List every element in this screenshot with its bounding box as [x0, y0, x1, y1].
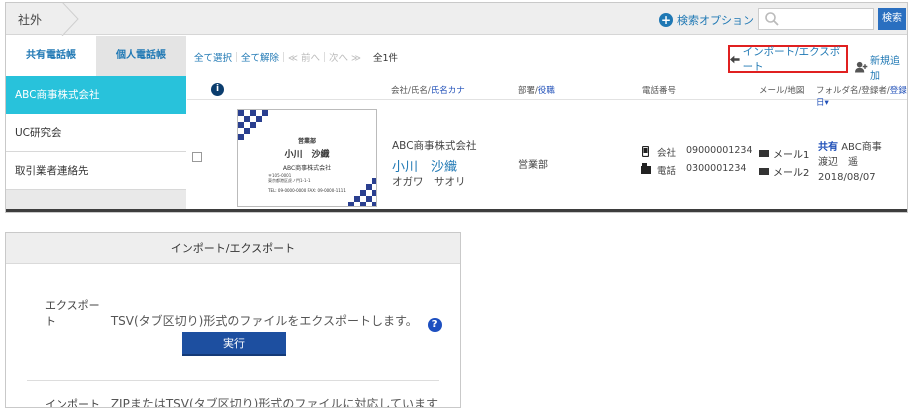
- col-dept[interactable]: 部署/役職: [518, 84, 555, 96]
- card-name: 小川 沙織: [284, 150, 330, 160]
- mail-2-link[interactable]: メール2: [759, 164, 809, 179]
- folder-info: 共有 ABC商事 渡辺 遥 2018/08/07: [818, 140, 882, 185]
- col-phone[interactable]: 電話番号: [642, 84, 676, 96]
- dialog-title: インポート/エクスポート: [6, 233, 460, 264]
- contact-name-link[interactable]: 小川 沙織: [392, 156, 457, 175]
- sidebar-item-abc[interactable]: ABC商事株式会社: [6, 76, 186, 114]
- tab-personal-phonebook[interactable]: 個人電話帳: [96, 36, 186, 76]
- mail-1-link[interactable]: メール1: [759, 146, 809, 161]
- mobile-phone-icon: [642, 146, 649, 157]
- execute-button[interactable]: 実行: [182, 332, 286, 356]
- arrow-left-icon: [730, 55, 740, 63]
- business-card-thumbnail[interactable]: 営業部 小川 沙織 ABC商事株式会社 〒105-0001 東京都港区虎ノ門1-…: [237, 109, 377, 207]
- search-option-label: 検索オプション: [677, 14, 754, 27]
- result-count: 全1件: [372, 53, 399, 64]
- breadcrumb-chevron-icon: [61, 3, 79, 36]
- col-title-label: 役職: [537, 86, 555, 96]
- list-toolbar: 全て選択 全て解除 ≪ 前へ 次へ ≫ 全1件: [190, 49, 398, 65]
- company-name: ABC商事株式会社: [392, 140, 477, 152]
- mail-2-label: メール2: [773, 168, 810, 179]
- import-row: インポート ZIPまたはTSV(タブ区切り)形式のファイルに対応しています: [45, 395, 438, 408]
- export-description: TSV(タブ区切り)形式のファイルをエクスポートします。: [110, 314, 418, 328]
- search-option-button[interactable]: + 検索オプション: [659, 11, 754, 29]
- search-button[interactable]: 検索: [878, 8, 906, 30]
- card-tel: TEL: 09-0000-0000 FAX: 09-0000-1111: [268, 188, 346, 193]
- plus-circle-icon: +: [659, 13, 673, 27]
- phonebook-tabs: 共有電話帳 個人電話帳: [6, 36, 186, 76]
- import-label: インポート: [45, 398, 100, 408]
- window-bottom-border: [6, 209, 907, 212]
- contact-kana: オガワ サオリ: [392, 176, 466, 188]
- select-all-link[interactable]: 全て選択: [190, 50, 236, 64]
- next-page-link[interactable]: 次へ ≫: [325, 50, 365, 64]
- registrant: 渡辺 遥: [818, 157, 858, 168]
- phone-type-company: 会社: [657, 148, 677, 159]
- prev-page-link[interactable]: ≪ 前へ: [284, 50, 324, 64]
- col-company[interactable]: 会社/氏名/氏名カナ: [391, 84, 465, 96]
- row-checkbox[interactable]: [192, 152, 202, 162]
- search-icon: [765, 12, 779, 26]
- col-mail[interactable]: メール/地図: [759, 84, 804, 96]
- card-address-line: 東京都港区虎ノ門1-1-1: [268, 178, 311, 183]
- add-new-button[interactable]: 新規追加: [855, 52, 907, 82]
- add-user-icon: [855, 61, 868, 73]
- phone-number-tel[interactable]: 0300001234: [686, 163, 746, 174]
- sidebar-item-vendors[interactable]: 取引業者連絡先: [6, 152, 186, 190]
- folder-tag: 共有: [818, 142, 838, 153]
- phonebook-window: 社外 + 検索オプション 検索 共有電話帳 個人電話帳 ABC商事株式会社 UC…: [5, 2, 908, 213]
- card-department: 営業部: [297, 138, 316, 145]
- import-export-dialog: インポート/エクスポート エクスポート TSV(タブ区切り)形式のファイルをエク…: [5, 232, 461, 408]
- folder-line: 共有 ABC商事: [818, 140, 882, 155]
- divider: [27, 380, 439, 381]
- col-folder-label: フォルダ名/登録者/: [816, 86, 890, 96]
- import-description: ZIPまたはTSV(タブ区切り)形式のファイルに対応しています: [110, 397, 438, 408]
- breadcrumb[interactable]: 社外: [18, 11, 42, 28]
- deselect-all-link[interactable]: 全て解除: [237, 50, 283, 64]
- col-dept-label: 部署/: [518, 86, 538, 96]
- envelope-icon: [759, 168, 769, 175]
- card-address: 〒105-0001 東京都港区虎ノ門1-1-1: [268, 173, 311, 183]
- department: 営業部: [518, 160, 548, 171]
- tab-shared-phonebook[interactable]: 共有電話帳: [6, 36, 96, 76]
- help-icon[interactable]: ?: [427, 318, 442, 332]
- registered-date: 2018/08/07: [818, 172, 876, 183]
- table-row[interactable]: 営業部 小川 沙織 ABC商事株式会社 〒105-0001 東京都港区虎ノ門1-…: [187, 101, 907, 209]
- desk-phone-icon: [641, 163, 651, 174]
- info-icon: i: [211, 83, 224, 96]
- folder-name: ABC商事: [841, 142, 882, 153]
- import-export-label: インポート/エクスポート: [742, 46, 841, 73]
- phone-type-tel: 電話: [657, 166, 677, 177]
- sidebar: ABC商事株式会社 UC研究会 取引業者連絡先: [6, 76, 186, 209]
- envelope-icon: [759, 150, 769, 157]
- top-bar: 社外 + 検索オプション 検索: [6, 3, 907, 36]
- col-company-label: 会社/氏名/: [391, 86, 431, 96]
- add-new-label: 新規追加: [869, 56, 900, 82]
- col-kana-label: 氏名カナ: [430, 86, 465, 96]
- import-export-button[interactable]: インポート/エクスポート: [728, 45, 848, 73]
- card-company: ABC商事株式会社: [282, 165, 332, 172]
- mail-1-label: メール1: [773, 150, 810, 161]
- table-header: i 会社/氏名/氏名カナ 部署/役職 電話番号 メール/地図 フォルダ名/登録者…: [187, 80, 907, 108]
- sidebar-item-uc[interactable]: UC研究会: [6, 114, 186, 152]
- export-row: エクスポート TSV(タブ区切り)形式のファイルをエクスポートします。 ?: [45, 297, 442, 332]
- phone-number-company[interactable]: 09000001234: [686, 145, 753, 156]
- export-label: エクスポート: [45, 299, 100, 328]
